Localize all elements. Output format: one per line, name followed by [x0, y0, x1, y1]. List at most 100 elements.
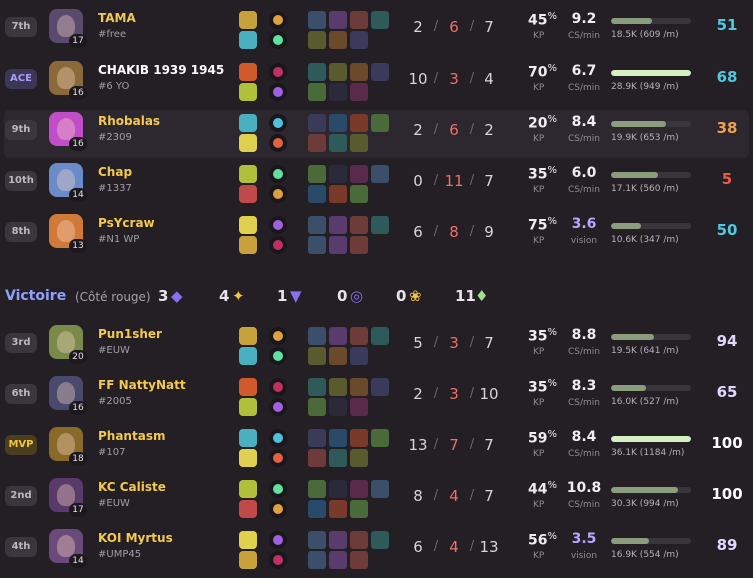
item-slot[interactable]: [371, 378, 389, 396]
item-slot[interactable]: [308, 429, 326, 447]
item-slot[interactable]: [350, 11, 368, 29]
item-slot[interactable]: [308, 185, 326, 203]
player-row[interactable]: 3rd 20 Pun1sher #EUW 5 / 3 / 7 35% KP 8.…: [0, 323, 753, 371]
item-slot[interactable]: [350, 114, 368, 132]
item-slot[interactable]: [350, 165, 368, 183]
kills: 2: [413, 385, 423, 403]
item-slot[interactable]: [350, 480, 368, 498]
item-slot[interactable]: [329, 31, 347, 49]
item-slot[interactable]: [308, 165, 326, 183]
item-slot[interactable]: [329, 327, 347, 345]
item-slot[interactable]: [308, 327, 326, 345]
item-slot[interactable]: [329, 236, 347, 254]
item-slot[interactable]: [308, 134, 326, 152]
item-slot[interactable]: [329, 429, 347, 447]
player-row[interactable]: 7th 17 TAMA #free 2 / 6 / 7 45% KP 9.2 C…: [0, 7, 753, 55]
item-slot[interactable]: [371, 63, 389, 81]
item-slot[interactable]: [350, 134, 368, 152]
player-row[interactable]: 6th 16 FF NattyNatt #2005 2 / 3 / 10 35%…: [0, 374, 753, 422]
item-slot[interactable]: [329, 83, 347, 101]
item-slot[interactable]: [329, 500, 347, 518]
item-slot[interactable]: [350, 531, 368, 549]
item-slot[interactable]: [308, 347, 326, 365]
item-slot[interactable]: [308, 11, 326, 29]
player-row[interactable]: 8th 13 PsYcraw #N1 WP 6 / 8 / 9 75% KP 3…: [0, 212, 753, 260]
item-slot[interactable]: [329, 216, 347, 234]
item-slot[interactable]: [308, 378, 326, 396]
item-slot[interactable]: [350, 398, 368, 416]
item-slot[interactable]: [350, 83, 368, 101]
item-slot[interactable]: [308, 531, 326, 549]
damage-bar-fill: [611, 334, 655, 340]
deaths: 7: [449, 436, 459, 454]
kp-label: KP: [533, 185, 545, 195]
item-slot[interactable]: [329, 480, 347, 498]
item-slot[interactable]: [329, 11, 347, 29]
item-slot[interactable]: [308, 216, 326, 234]
item-slot[interactable]: [308, 398, 326, 416]
item-slot[interactable]: [350, 216, 368, 234]
player-name[interactable]: FF NattyNatt: [98, 378, 186, 392]
player-row[interactable]: 4th 14 KOI Myrtus #UMP45 6 / 4 / 13 56% …: [0, 527, 753, 575]
item-slot[interactable]: [329, 165, 347, 183]
item-slot[interactable]: [308, 551, 326, 569]
player-row[interactable]: ACE 16 CHAKIB 1939 1945 #6 YO 10 / 3 / 4…: [0, 59, 753, 107]
item-slot[interactable]: [350, 31, 368, 49]
item-slot[interactable]: [350, 429, 368, 447]
item-slot[interactable]: [308, 236, 326, 254]
item-slot[interactable]: [329, 449, 347, 467]
item-slot[interactable]: [329, 134, 347, 152]
item-slot[interactable]: [371, 114, 389, 132]
player-tag: #2309: [98, 132, 132, 143]
item-slot[interactable]: [371, 531, 389, 549]
summoner-spell-icon: [239, 347, 257, 365]
item-slot[interactable]: [329, 378, 347, 396]
item-slot[interactable]: [308, 63, 326, 81]
damage-text: 17.1K (560 /m): [611, 184, 679, 194]
player-row[interactable]: 10th 14 Chap #1337 0 / 11 / 7 35% KP 6.0…: [0, 161, 753, 209]
item-slot[interactable]: [371, 216, 389, 234]
player-name[interactable]: Phantasm: [98, 429, 165, 443]
item-slot[interactable]: [329, 63, 347, 81]
item-slot[interactable]: [329, 347, 347, 365]
item-slot[interactable]: [329, 185, 347, 203]
item-slot[interactable]: [308, 31, 326, 49]
item-slot[interactable]: [308, 449, 326, 467]
item-slot[interactable]: [371, 327, 389, 345]
player-row[interactable]: 2nd 17 KC Caliste #EUW 8 / 4 / 7 44% KP …: [0, 476, 753, 524]
item-slot[interactable]: [329, 551, 347, 569]
player-name[interactable]: KC Caliste: [98, 480, 166, 494]
item-slot[interactable]: [329, 531, 347, 549]
kill-participation: 35%: [517, 378, 557, 396]
item-slot[interactable]: [350, 327, 368, 345]
item-slot[interactable]: [350, 378, 368, 396]
item-slot[interactable]: [329, 398, 347, 416]
item-slot[interactable]: [308, 114, 326, 132]
player-name[interactable]: TAMA: [98, 11, 136, 25]
player-name[interactable]: PsYcraw: [98, 216, 155, 230]
player-name[interactable]: Rhobalas: [98, 114, 160, 128]
item-slot[interactable]: [371, 11, 389, 29]
item-slot[interactable]: [371, 165, 389, 183]
item-slot[interactable]: [308, 500, 326, 518]
item-slot[interactable]: [350, 500, 368, 518]
item-slot[interactable]: [329, 114, 347, 132]
item-slot[interactable]: [308, 83, 326, 101]
player-row[interactable]: MVP 18 Phantasm #107 13 / 7 / 7 59% KP 8…: [0, 425, 753, 473]
item-slot[interactable]: [350, 185, 368, 203]
item-slot[interactable]: [371, 480, 389, 498]
player-row[interactable]: 9th 16 Rhobalas #2309 2 / 6 / 2 20% KP 8…: [4, 110, 749, 158]
player-name[interactable]: CHAKIB 1939 1945: [98, 63, 224, 77]
player-name[interactable]: Pun1sher: [98, 327, 162, 341]
item-slot[interactable]: [350, 63, 368, 81]
player-name[interactable]: Chap: [98, 165, 132, 179]
item-slot[interactable]: [350, 551, 368, 569]
kill-participation: 35%: [517, 327, 557, 345]
item-slot[interactable]: [371, 429, 389, 447]
damage-bar: [611, 172, 691, 178]
item-slot[interactable]: [350, 236, 368, 254]
player-name[interactable]: KOI Myrtus: [98, 531, 173, 545]
item-slot[interactable]: [350, 449, 368, 467]
item-slot[interactable]: [350, 347, 368, 365]
item-slot[interactable]: [308, 480, 326, 498]
